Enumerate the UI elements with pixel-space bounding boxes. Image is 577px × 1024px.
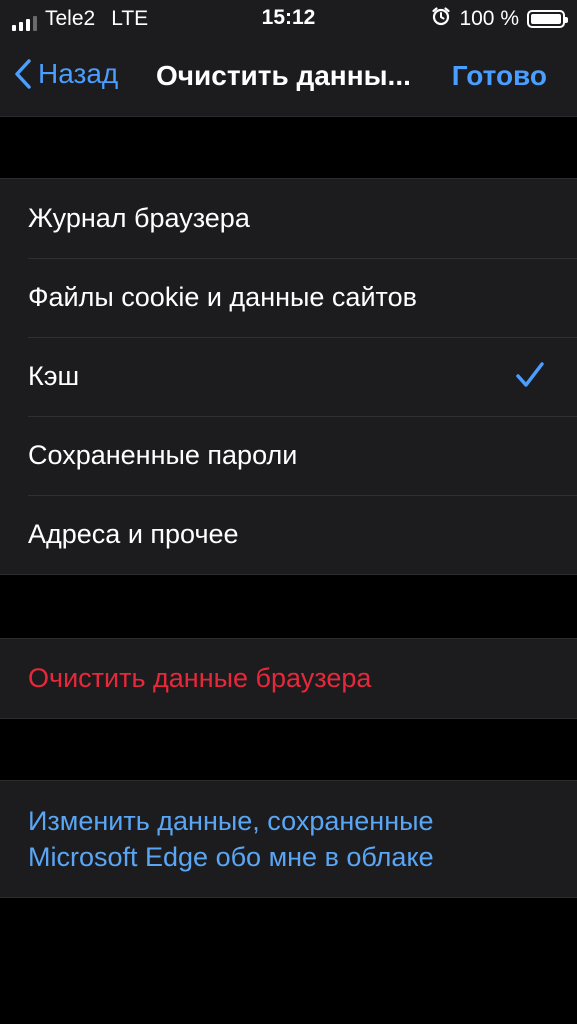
page-title: Очистить данны... <box>156 60 411 91</box>
list-item-cookies[interactable]: Файлы cookie и данные сайтов <box>0 258 577 337</box>
battery-icon <box>527 10 568 28</box>
cloud-link-group: Изменить данные, сохраненные Microsoft E… <box>0 780 577 898</box>
manage-cloud-data-link[interactable]: Изменить данные, сохраненные Microsoft E… <box>0 781 577 897</box>
battery-percent: 100 % <box>459 7 519 30</box>
data-types-list: Журнал браузера Файлы cookie и данные са… <box>0 178 577 575</box>
done-button[interactable]: Готово <box>452 60 547 92</box>
status-bar: Tele2 LTE 15:12 100 % <box>0 0 577 38</box>
list-item-addresses[interactable]: Адреса и прочее <box>0 495 577 574</box>
clear-browsing-data-button[interactable]: Очистить данные браузера <box>0 639 577 718</box>
chevron-left-icon <box>15 59 31 89</box>
status-right: 100 % <box>431 6 568 32</box>
list-item-saved-passwords[interactable]: Сохраненные пароли <box>0 416 577 495</box>
list-item-cache[interactable]: Кэш <box>0 337 577 416</box>
back-button-label: Назад <box>38 58 119 89</box>
list-item-label: Файлы cookie и данные сайтов <box>28 282 417 312</box>
navigation-bar: Назад Очистить данны... Готово <box>0 38 577 117</box>
clear-action-group: Очистить данные браузера <box>0 638 577 719</box>
cloud-link-line1: Изменить данные, сохраненные <box>28 806 434 836</box>
list-item-label: Кэш <box>28 361 80 391</box>
checkmark-icon <box>516 362 544 387</box>
list-item-browsing-history[interactable]: Журнал браузера <box>0 179 577 258</box>
list-item-label: Сохраненные пароли <box>28 440 298 470</box>
alarm-icon <box>431 6 451 32</box>
clear-browsing-data-label: Очистить данные браузера <box>28 663 372 693</box>
list-item-label: Журнал браузера <box>28 203 250 233</box>
list-item-label: Адреса и прочее <box>28 519 239 549</box>
cloud-link-line2: Microsoft Edge обо мне в облаке <box>28 842 434 872</box>
back-button[interactable]: Назад <box>14 58 118 90</box>
